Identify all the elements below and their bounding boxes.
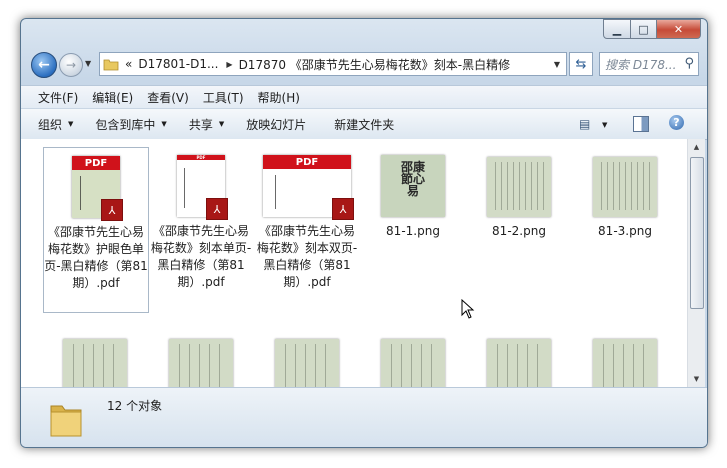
cover-calligraphy: 邵康節心易 (401, 160, 426, 198)
search-icon[interactable]: ⚲ (684, 56, 694, 71)
change-view-button[interactable]: ▤ (579, 117, 590, 131)
minimize-icon: ▁ (612, 22, 622, 36)
file-thumbnail: 邵康節心易 (361, 151, 465, 217)
minimize-button[interactable]: ▁ (603, 19, 631, 39)
breadcrumb-item[interactable]: D17870 《邵康节先生心易梅花数》刻本-黑白精修 (239, 56, 511, 73)
file-name: 《邵康节先生心易梅花数》护眼色单页-黑白精修（第81期）.pdf (44, 225, 148, 290)
chevron-down-icon: ▼ (68, 120, 74, 128)
mouse-cursor-icon (461, 299, 475, 319)
details-pane: 12 个对象 (21, 387, 707, 447)
include-library-label: 包含到库中 (95, 117, 156, 132)
chevron-down-icon: ▼ (218, 120, 225, 128)
file-thumbnail[interactable] (381, 339, 445, 387)
file-item[interactable]: 81-2.png (467, 147, 571, 240)
maximize-icon: □ (638, 22, 649, 36)
file-thumbnail[interactable] (487, 339, 551, 387)
file-list-pane: PDF ⅄ 《邵康节先生心易梅花数》护眼色单页-黑白精修（第81期）.pdf P… (21, 139, 687, 387)
image-thumbnail (487, 157, 551, 217)
file-thumbnail[interactable] (275, 339, 339, 387)
scroll-up-icon[interactable]: ▲ (688, 139, 705, 155)
menu-bar: 文件(F) 编辑(E) 查看(V) 工具(T) 帮助(H) (21, 85, 707, 108)
view-options-dropdown[interactable]: ▼ (602, 121, 607, 129)
file-thumbnail (573, 151, 677, 217)
scrollbar-thumb[interactable] (690, 157, 704, 309)
acrobat-icon: ⅄ (332, 198, 354, 220)
file-thumbnail: PDF ⅄ (44, 152, 148, 221)
pdf-badge: PDF (263, 155, 351, 169)
menu-file[interactable]: 文件(F) (38, 89, 78, 106)
explorer-window: ▁ □ ✕ ← → ▼ « D17801-D1... ▶ D17870 《邵康节… (20, 18, 708, 448)
file-thumbnail (467, 151, 571, 217)
search-input[interactable]: 搜索 D178... ⚲ (599, 52, 699, 76)
acrobat-icon: ⅄ (206, 198, 228, 220)
file-thumbnail[interactable] (63, 339, 127, 387)
file-item[interactable]: PDF ⅄ 《邵康节先生心易梅花数》刻本双页-黑白精修（第81期）.pdf (255, 147, 359, 291)
include-library-button[interactable]: 包含到库中 ▼ (95, 116, 166, 133)
organize-label: 组织 (38, 117, 63, 132)
maximize-button[interactable]: □ (631, 19, 657, 39)
address-dropdown-button[interactable]: ▼ (548, 53, 566, 75)
menu-edit[interactable]: 编辑(E) (92, 89, 133, 106)
search-placeholder: 搜索 D178... (605, 57, 677, 72)
item-count: 12 个对象 (107, 399, 163, 413)
back-button[interactable]: ← (31, 52, 57, 78)
folder-icon (50, 405, 82, 437)
preview-pane-button[interactable] (633, 116, 649, 132)
file-item[interactable]: PDF ⅄ 《邵康节先生心易梅花数》护眼色单页-黑白精修（第81期）.pdf (43, 147, 149, 313)
view-icon: ▤ (579, 117, 591, 131)
share-label: 共享 (188, 117, 213, 132)
address-bar[interactable]: « D17801-D1... ▶ D17870 《邵康节先生心易梅花数》刻本-黑… (99, 52, 567, 76)
file-name: 《邵康节先生心易梅花数》刻本双页-黑白精修（第81期）.pdf (256, 224, 358, 289)
vertical-scrollbar[interactable]: ▲ ▼ (687, 139, 705, 387)
menu-tools[interactable]: 工具(T) (203, 89, 244, 106)
new-folder-label: 新建文件夹 (334, 117, 395, 132)
arrow-right-icon: → (65, 58, 77, 72)
scroll-down-icon[interactable]: ▼ (688, 371, 705, 387)
pdf-badge: PDF (72, 156, 120, 170)
file-name: 81-2.png (492, 224, 546, 238)
folder-icon (103, 59, 119, 71)
image-thumbnail: 邵康節心易 (381, 155, 445, 217)
slideshow-button[interactable]: 放映幻灯片 (246, 116, 306, 133)
breadcrumb-item[interactable]: D17801-D1... (138, 57, 218, 71)
file-thumbnail[interactable] (593, 339, 657, 387)
recent-pages-dropdown[interactable]: ▼ (85, 59, 91, 68)
breadcrumb-overflow[interactable]: « (125, 57, 132, 71)
refresh-icon: ⇆ (575, 56, 587, 72)
file-thumbnail: PDF ⅄ (255, 151, 359, 220)
file-name: 《邵康节先生心易梅花数》刻本单页-黑白精修（第81期）.pdf (150, 224, 252, 289)
image-thumbnail (593, 157, 657, 217)
file-thumbnail: PDF ⅄ (149, 151, 253, 220)
caption-buttons: ▁ □ ✕ (603, 19, 701, 39)
file-item[interactable]: 81-3.png (573, 147, 677, 240)
file-thumbnail[interactable] (169, 339, 233, 387)
file-name: 81-1.png (386, 224, 440, 238)
menu-help[interactable]: 帮助(H) (258, 89, 300, 106)
pdf-thumbnail: PDF ⅄ (263, 155, 354, 220)
forward-button[interactable]: → (59, 53, 83, 77)
new-folder-button[interactable]: 新建文件夹 (334, 116, 394, 133)
help-icon: ? (673, 116, 680, 129)
chevron-down-icon: ▼ (161, 120, 167, 128)
close-icon: ✕ (673, 22, 684, 36)
file-item[interactable]: 邵康節心易 81-1.png (361, 147, 465, 240)
navigation-bar: ← → ▼ « D17801-D1... ▶ D17870 《邵康节先生心易梅花… (29, 49, 699, 79)
organize-button[interactable]: 组织 ▼ (38, 116, 73, 133)
slideshow-label: 放映幻灯片 (246, 117, 307, 132)
menu-view[interactable]: 查看(V) (147, 89, 189, 106)
file-item[interactable]: PDF ⅄ 《邵康节先生心易梅花数》刻本单页-黑白精修（第81期）.pdf (149, 147, 253, 291)
command-bar: 组织 ▼ 包含到库中 ▼ 共享 ▼ 放映幻灯片 新建文件夹 ▤ ▼ ? (21, 108, 707, 140)
refresh-button[interactable]: ⇆ (569, 52, 593, 76)
breadcrumb-separator-icon[interactable]: ▶ (226, 60, 232, 69)
close-button[interactable]: ✕ (657, 19, 701, 39)
pdf-thumbnail: PDF ⅄ (72, 156, 123, 221)
acrobat-icon: ⅄ (101, 199, 123, 221)
file-name: 81-3.png (598, 224, 652, 238)
arrow-left-icon: ← (38, 57, 50, 73)
pdf-thumbnail: PDF ⅄ (177, 155, 228, 220)
share-button[interactable]: 共享 ▼ (189, 116, 224, 133)
help-button[interactable]: ? (669, 115, 684, 130)
